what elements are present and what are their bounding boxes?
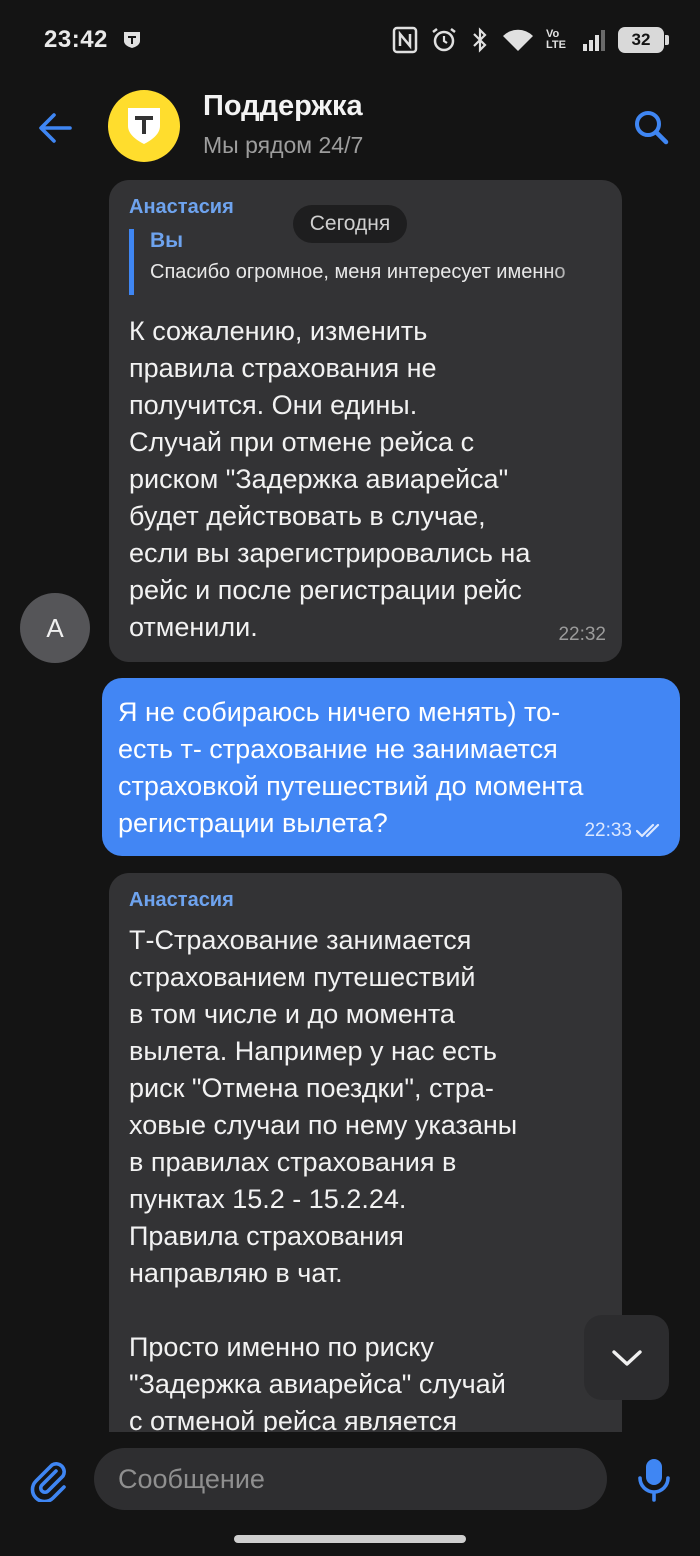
sender-name: Анастасия <box>129 889 234 911</box>
message-time: 22:33 <box>584 820 632 841</box>
message-time: 22:32 <box>558 624 606 645</box>
date-separator: Сегодня <box>293 205 407 243</box>
tbank-notification-icon <box>122 30 142 50</box>
message-meta: 22:33 <box>584 820 664 842</box>
battery-indicator: 32 <box>618 27 669 53</box>
chat-header: Поддержка Мы рядом 24/7 <box>0 80 700 180</box>
home-indicator[interactable] <box>234 1535 466 1543</box>
message-list[interactable]: Анастасия Вы Спасибо огромное, меня инте… <box>0 180 700 1432</box>
message-text: К сожалению, изменить правила страховани… <box>129 316 531 642</box>
message-incoming[interactable]: Анастасия Вы Спасибо огромное, меня инте… <box>109 180 622 662</box>
arrow-left-icon <box>39 113 72 143</box>
alarm-icon <box>430 26 458 54</box>
message-outgoing[interactable]: Я не собираюсь ничего менять) то- есть т… <box>102 678 680 856</box>
search-button[interactable] <box>628 104 674 150</box>
reply-text: Спасибо огромное, меня интересует именно <box>150 261 566 283</box>
attach-button[interactable] <box>26 1456 72 1504</box>
chat-avatar[interactable] <box>108 90 180 162</box>
search-icon <box>635 111 669 145</box>
microphone-icon <box>638 1459 670 1502</box>
tbank-logo-icon <box>128 108 160 144</box>
chevron-down-icon <box>611 1349 642 1366</box>
signal-icon <box>582 28 606 52</box>
scroll-down-button[interactable] <box>584 1315 669 1400</box>
wifi-icon <box>502 27 534 53</box>
status-bar: 23:42 Vo LTE 32 <box>0 0 700 80</box>
message-input[interactable] <box>94 1448 607 1510</box>
chat-title[interactable]: Поддержка <box>203 90 363 123</box>
chat-subtitle: Мы рядом 24/7 <box>203 132 364 158</box>
volte-label: Vo LTE <box>546 28 566 51</box>
message-incoming[interactable]: Анастасия Т-Страхование занимается страх… <box>109 873 622 1432</box>
double-check-icon <box>636 823 660 838</box>
status-time: 23:42 <box>44 26 108 53</box>
message-text: Т-Страхование занимается страхованием пу… <box>129 925 518 1432</box>
back-button[interactable] <box>34 106 78 150</box>
sender-avatar[interactable]: А <box>20 593 90 663</box>
nfc-icon <box>392 26 418 54</box>
paperclip-icon <box>30 1462 66 1504</box>
composer <box>0 1432 700 1556</box>
bluetooth-icon <box>470 26 490 54</box>
status-icons: Vo LTE 32 <box>392 24 669 56</box>
microphone-button[interactable] <box>634 1456 674 1504</box>
